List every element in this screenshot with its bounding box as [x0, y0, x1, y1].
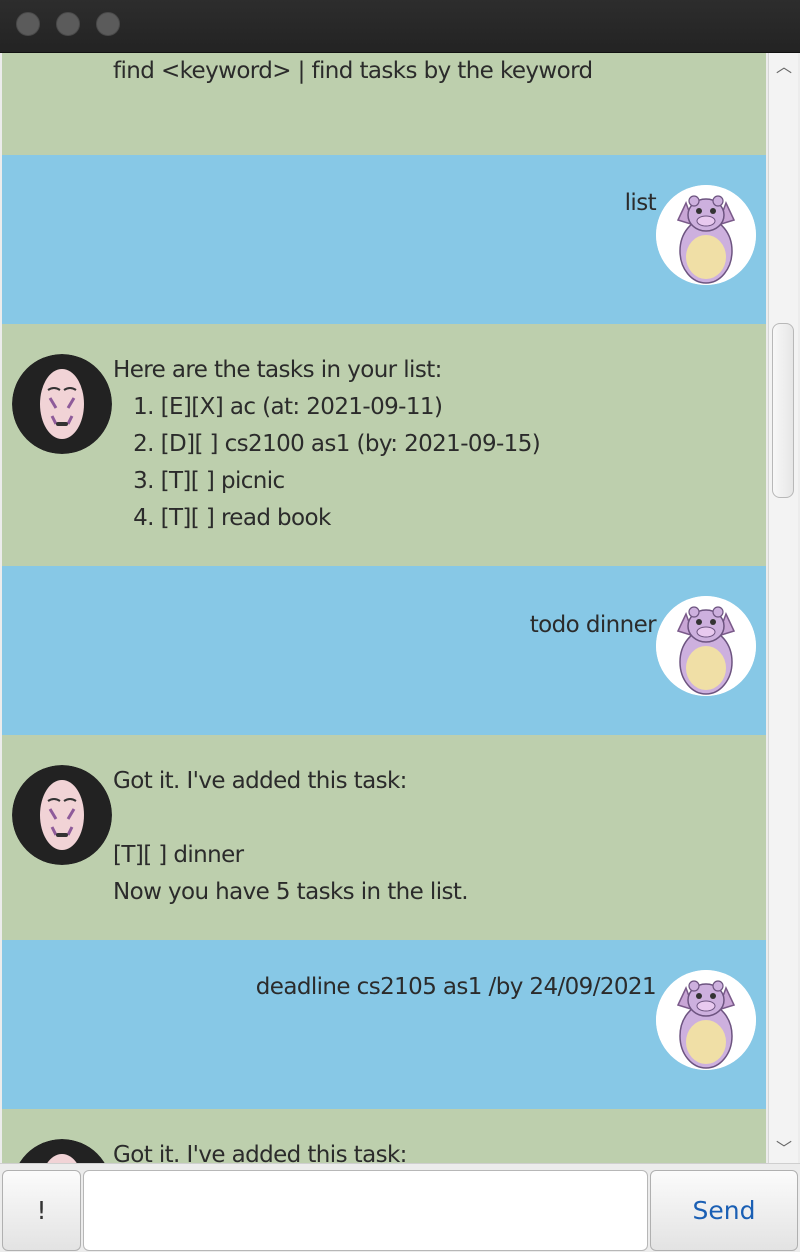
hippo-avatar-icon [656, 185, 756, 285]
chat-dialog-list[interactable]: find <keyword> | find tasks by the keywo… [0, 53, 768, 1163]
close-window-icon[interactable] [16, 12, 40, 36]
duke-message-text: Here are the tasks in your list: 1. [E][… [113, 357, 541, 531]
user-message-text: deadline cs2105 as1 /by 24/09/2021 [255, 974, 657, 1000]
minimize-window-icon[interactable] [56, 12, 80, 36]
title-bar [0, 0, 800, 53]
user-message: list [2, 155, 766, 324]
duke-message: find <keyword> | find tasks by the keywo… [2, 53, 766, 155]
duke-message: Got it. I've added this task: [T][ ] din… [2, 735, 766, 940]
vertical-scrollbar[interactable]: ︿ ﹀ [768, 53, 798, 1163]
message-input[interactable] [83, 1170, 648, 1251]
duke-message: Got it. I've added this task: [2, 1109, 766, 1163]
input-bar: ! Send [0, 1163, 800, 1252]
noface-avatar-icon [12, 1139, 112, 1163]
noface-avatar-icon [12, 354, 112, 454]
scroll-down-icon[interactable]: ﹀ [769, 1137, 799, 1161]
duke-message: Here are the tasks in your list: 1. [E][… [2, 324, 766, 566]
duke-message-text: find <keyword> | find tasks by the keywo… [113, 58, 593, 84]
duke-message-text: Got it. I've added this task: [113, 1142, 407, 1163]
scroll-up-icon[interactable]: ︿ [769, 55, 799, 79]
maximize-window-icon[interactable] [96, 12, 120, 36]
send-button[interactable]: Send [650, 1170, 798, 1251]
user-message-text: todo dinner [529, 612, 657, 638]
hippo-avatar-icon [656, 596, 756, 696]
hippo-avatar-icon [656, 970, 756, 1070]
scrollbar-thumb[interactable] [772, 323, 794, 498]
user-message: deadline cs2105 as1 /by 24/09/2021 [2, 940, 766, 1109]
exclamation-button[interactable]: ! [2, 1170, 81, 1251]
noface-avatar-icon [12, 765, 112, 865]
user-message-text: list [624, 190, 657, 216]
duke-message-text: Got it. I've added this task: [T][ ] din… [113, 768, 469, 905]
user-message: todo dinner [2, 566, 766, 735]
